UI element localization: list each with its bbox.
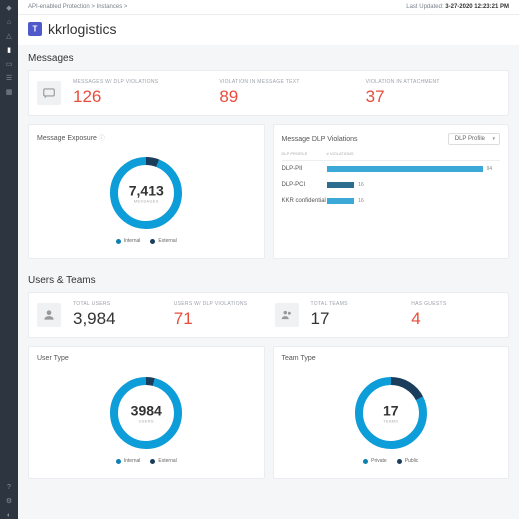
messages-stats-row: MESSAGES W/ DLP VIOLATIONS 126 VIOLATION… xyxy=(28,70,509,116)
stat-violation-attachment: VIOLATION IN ATTACHMENT 37 xyxy=(366,79,500,107)
message-icon xyxy=(37,81,61,105)
team-type-donut: 17 TEAMS xyxy=(352,374,430,452)
user-icon xyxy=(37,303,61,327)
message-exposure-donut: 7,413 MESSAGES xyxy=(107,154,185,232)
teams-logo-icon xyxy=(28,22,42,36)
dlp-profile-dropdown[interactable]: DLP Profile xyxy=(448,133,500,145)
messages-title: Messages xyxy=(28,53,509,64)
teams-icon xyxy=(275,303,299,327)
table-row: DLP-PCI 16 xyxy=(282,177,501,193)
nav-help-icon[interactable]: ? xyxy=(5,483,13,491)
nav-logo-icon[interactable]: ◆ xyxy=(5,4,13,12)
nav-user-icon[interactable]: ◐ xyxy=(5,511,13,519)
user-type-legend: Internal External xyxy=(116,458,177,464)
message-violations-card: Message DLP Violations DLP Profile DLP P… xyxy=(273,124,510,259)
page-title: kkrlogistics xyxy=(48,21,116,37)
info-icon[interactable]: ⓘ xyxy=(99,136,105,142)
title-row: kkrlogistics xyxy=(18,15,519,45)
left-sidebar: ◆ ⌂ △ ▮ ▭ ☰ ▦ ? ⚙ ◐ xyxy=(0,0,18,519)
team-type-legend: Private Public xyxy=(363,458,418,464)
table-row: DLP-PII 94 xyxy=(282,161,501,177)
users-stats-row: TOTAL USERS 3,984 USERS W/ DLP VIOLATION… xyxy=(28,292,509,338)
violations-table: DLP PROFILE # VIOLATIONS DLP-PII 94 DLP-… xyxy=(282,151,501,209)
card-title: Team Type xyxy=(282,355,316,362)
nav-alert-icon[interactable]: △ xyxy=(5,32,13,40)
stat-total-teams: TOTAL TEAMS 17 xyxy=(311,301,400,329)
stat-total-users: TOTAL USERS 3,984 xyxy=(73,301,162,329)
main-content: API-enabled Protection > Instances > Las… xyxy=(18,0,519,519)
nav-settings-icon[interactable]: ⚙ xyxy=(5,497,13,505)
users-teams-section: Users & Teams TOTAL USERS 3,984 USERS W/… xyxy=(18,267,519,487)
message-exposure-card: Message Exposureⓘ 7,413 xyxy=(28,124,265,259)
card-title: Message DLP Violations xyxy=(282,136,358,143)
messages-section: Messages MESSAGES W/ DLP VIOLATIONS 126 … xyxy=(18,45,519,267)
last-updated: Last Updated: 3-27-2020 12:23:21 PM xyxy=(406,4,509,10)
stat-users-violations: USERS W/ DLP VIOLATIONS 71 xyxy=(174,301,263,329)
exposure-legend: Internal External xyxy=(116,238,177,244)
nav-report-icon[interactable]: ☰ xyxy=(5,74,13,82)
nav-grid-icon[interactable]: ▦ xyxy=(5,88,13,96)
team-type-card: Team Type 17 TEAMS xyxy=(273,346,510,479)
nav-home-icon[interactable]: ⌂ xyxy=(5,18,13,26)
nav-folder-icon[interactable]: ▭ xyxy=(5,60,13,68)
stat-has-guests: HAS GUESTS 4 xyxy=(411,301,500,329)
nav-protection-icon[interactable]: ▮ xyxy=(5,46,13,54)
card-title: Message Exposureⓘ xyxy=(37,133,105,142)
user-type-card: User Type 3984 USERS xyxy=(28,346,265,479)
table-row: KKR confidential 16 xyxy=(282,193,501,209)
user-type-donut: 3984 USERS xyxy=(107,374,185,452)
breadcrumb[interactable]: API-enabled Protection > Instances > xyxy=(28,4,127,10)
card-title: User Type xyxy=(37,355,69,362)
top-bar: API-enabled Protection > Instances > Las… xyxy=(18,0,519,15)
stat-violation-text: VIOLATION IN MESSAGE TEXT 89 xyxy=(219,79,353,107)
stat-dlp-violations: MESSAGES W/ DLP VIOLATIONS 126 xyxy=(73,79,207,107)
users-teams-title: Users & Teams xyxy=(28,275,509,286)
